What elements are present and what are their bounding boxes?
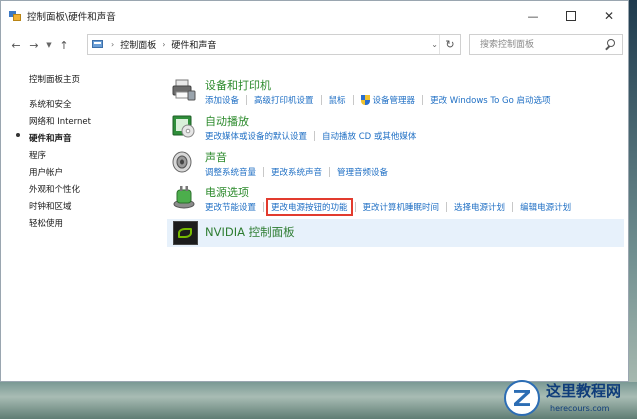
sidebar-item-programs[interactable]: 程序	[29, 149, 46, 161]
sidebar-item-clock-region[interactable]: 时钟和区域	[29, 200, 72, 212]
arrow-right-icon: →	[29, 38, 39, 52]
printer-icon	[172, 79, 196, 101]
recent-locations-button[interactable]: ▼	[43, 34, 55, 56]
watermark-url: herecours.com	[550, 404, 610, 413]
link-separator	[352, 95, 354, 105]
category-title[interactable]: NVIDIA 控制面板	[205, 224, 295, 240]
speaker-icon	[172, 151, 192, 173]
watermark-title: 这里教程网	[546, 382, 622, 400]
close-button[interactable]: ✕	[590, 1, 628, 31]
adjust-volume-link[interactable]: 调整系统音量	[205, 166, 256, 178]
desktop-background	[629, 0, 637, 419]
category-title[interactable]: 电源选项	[205, 184, 249, 200]
current-item-bullet	[16, 133, 20, 137]
autoplay-icon	[172, 115, 195, 138]
category-title[interactable]: 设备和打印机	[205, 77, 271, 93]
change-power-saving-link[interactable]: 更改节能设置	[205, 201, 256, 213]
link-separator	[354, 202, 356, 212]
choose-power-plan-link[interactable]: 选择电源计划	[454, 201, 505, 213]
window-controls: — ✕	[514, 1, 628, 31]
category-links: 更改节能设置 更改电源按钮的功能 更改计算机睡眠时间 选择电源计划 编辑电源计划	[205, 198, 571, 216]
close-icon: ✕	[603, 9, 615, 23]
change-power-button-link[interactable]: 更改电源按钮的功能	[266, 198, 353, 216]
breadcrumb-hardware-sound[interactable]: 硬件和声音	[171, 38, 216, 51]
power-icon	[173, 186, 195, 209]
device-manager-link[interactable]: 设备管理器	[373, 94, 416, 106]
control-panel-icon	[9, 11, 21, 21]
windows-to-go-link[interactable]: 更改 Windows To Go 启动选项	[430, 94, 551, 106]
sidebar-item-hardware-sound[interactable]: 硬件和声音	[29, 132, 72, 144]
search-input[interactable]	[478, 38, 602, 51]
change-system-sounds-link[interactable]: 更改系统声音	[271, 166, 322, 178]
change-media-defaults-link[interactable]: 更改媒体或设备的默认设置	[205, 130, 307, 142]
category-links: 调整系统音量 更改系统声音 管理音频设备	[205, 166, 388, 178]
chevron-down-icon: ⌄	[431, 40, 438, 49]
maximize-icon	[566, 11, 576, 21]
address-dropdown-button[interactable]: ⌄	[431, 35, 438, 54]
back-button[interactable]: ←	[7, 34, 25, 56]
category-nvidia[interactable]: NVIDIA 控制面板	[167, 219, 624, 247]
link-separator	[263, 167, 265, 177]
refresh-icon: ↻	[445, 38, 455, 51]
category-title[interactable]: 声音	[205, 149, 227, 165]
manage-audio-devices-link[interactable]: 管理音频设备	[337, 166, 388, 178]
forward-button[interactable]: →	[25, 34, 43, 56]
title-bar: 控制面板\硬件和声音 — ✕	[1, 1, 628, 31]
search-icon[interactable]	[604, 38, 616, 51]
link-separator	[329, 167, 331, 177]
address-bar[interactable]: › 控制面板 › 硬件和声音 ⌄ ↻	[87, 34, 461, 55]
chevron-right-icon[interactable]: ›	[162, 40, 165, 49]
autoplay-cd-link[interactable]: 自动播放 CD 或其他媒体	[322, 130, 416, 142]
link-separator	[263, 202, 265, 212]
minimize-icon: —	[527, 9, 539, 23]
sidebar-item-home[interactable]: 控制面板主页	[29, 73, 80, 85]
category-links: 更改媒体或设备的默认设置 自动播放 CD 或其他媒体	[205, 130, 416, 142]
sidebar-item-appearance[interactable]: 外观和个性化	[29, 183, 80, 195]
maximize-button[interactable]	[552, 1, 590, 31]
control-panel-icon	[92, 39, 105, 50]
link-separator	[314, 131, 316, 141]
sidebar-item-system-security[interactable]: 系统和安全	[29, 98, 72, 110]
category-title[interactable]: 自动播放	[205, 113, 249, 129]
arrow-left-icon: ←	[11, 38, 21, 52]
sidebar-item-user-accounts[interactable]: 用户帐户	[29, 166, 63, 178]
chevron-right-icon[interactable]: ›	[111, 40, 114, 49]
chevron-down-icon: ▼	[46, 41, 52, 49]
link-separator	[320, 95, 322, 105]
window-title: 控制面板\硬件和声音	[27, 12, 116, 23]
search-box[interactable]	[469, 34, 623, 55]
watermark-logo-icon	[504, 380, 540, 416]
link-separator	[512, 202, 514, 212]
refresh-button[interactable]: ↻	[439, 35, 460, 54]
link-separator	[422, 95, 424, 105]
navigation-bar: ← → ▼ ↑ › 控制面板 › 硬件和声音 ⌄ ↻	[1, 31, 628, 59]
edit-power-plan-link[interactable]: 编辑电源计划	[520, 201, 571, 213]
advanced-printer-setup-link[interactable]: 高级打印机设置	[254, 94, 314, 106]
sidebar-item-ease-of-access[interactable]: 轻松使用	[29, 217, 63, 229]
up-button[interactable]: ↑	[55, 34, 73, 56]
change-sleep-time-link[interactable]: 更改计算机睡眠时间	[363, 201, 440, 213]
mouse-link[interactable]: 鼠标	[329, 94, 346, 106]
add-device-link[interactable]: 添加设备	[205, 94, 239, 106]
watermark: 这里教程网 herecours.com	[504, 378, 637, 419]
category-links: 添加设备 高级打印机设置 鼠标 设备管理器 更改 Windows To Go 启…	[205, 94, 551, 106]
uac-shield-icon	[360, 95, 370, 105]
breadcrumb-control-panel[interactable]: 控制面板	[120, 38, 156, 51]
minimize-button[interactable]: —	[514, 1, 552, 31]
link-separator	[246, 95, 248, 105]
sidebar-item-network[interactable]: 网络和 Internet	[29, 115, 91, 127]
breadcrumb: 控制面板 › 硬件和声音	[120, 38, 216, 51]
nvidia-icon	[173, 221, 198, 245]
link-separator	[446, 202, 448, 212]
arrow-up-icon: ↑	[59, 38, 69, 52]
control-panel-window: 控制面板\硬件和声音 — ✕ ← → ▼ ↑ › 控制面板 › 硬件和声音 ⌄ …	[0, 0, 629, 382]
